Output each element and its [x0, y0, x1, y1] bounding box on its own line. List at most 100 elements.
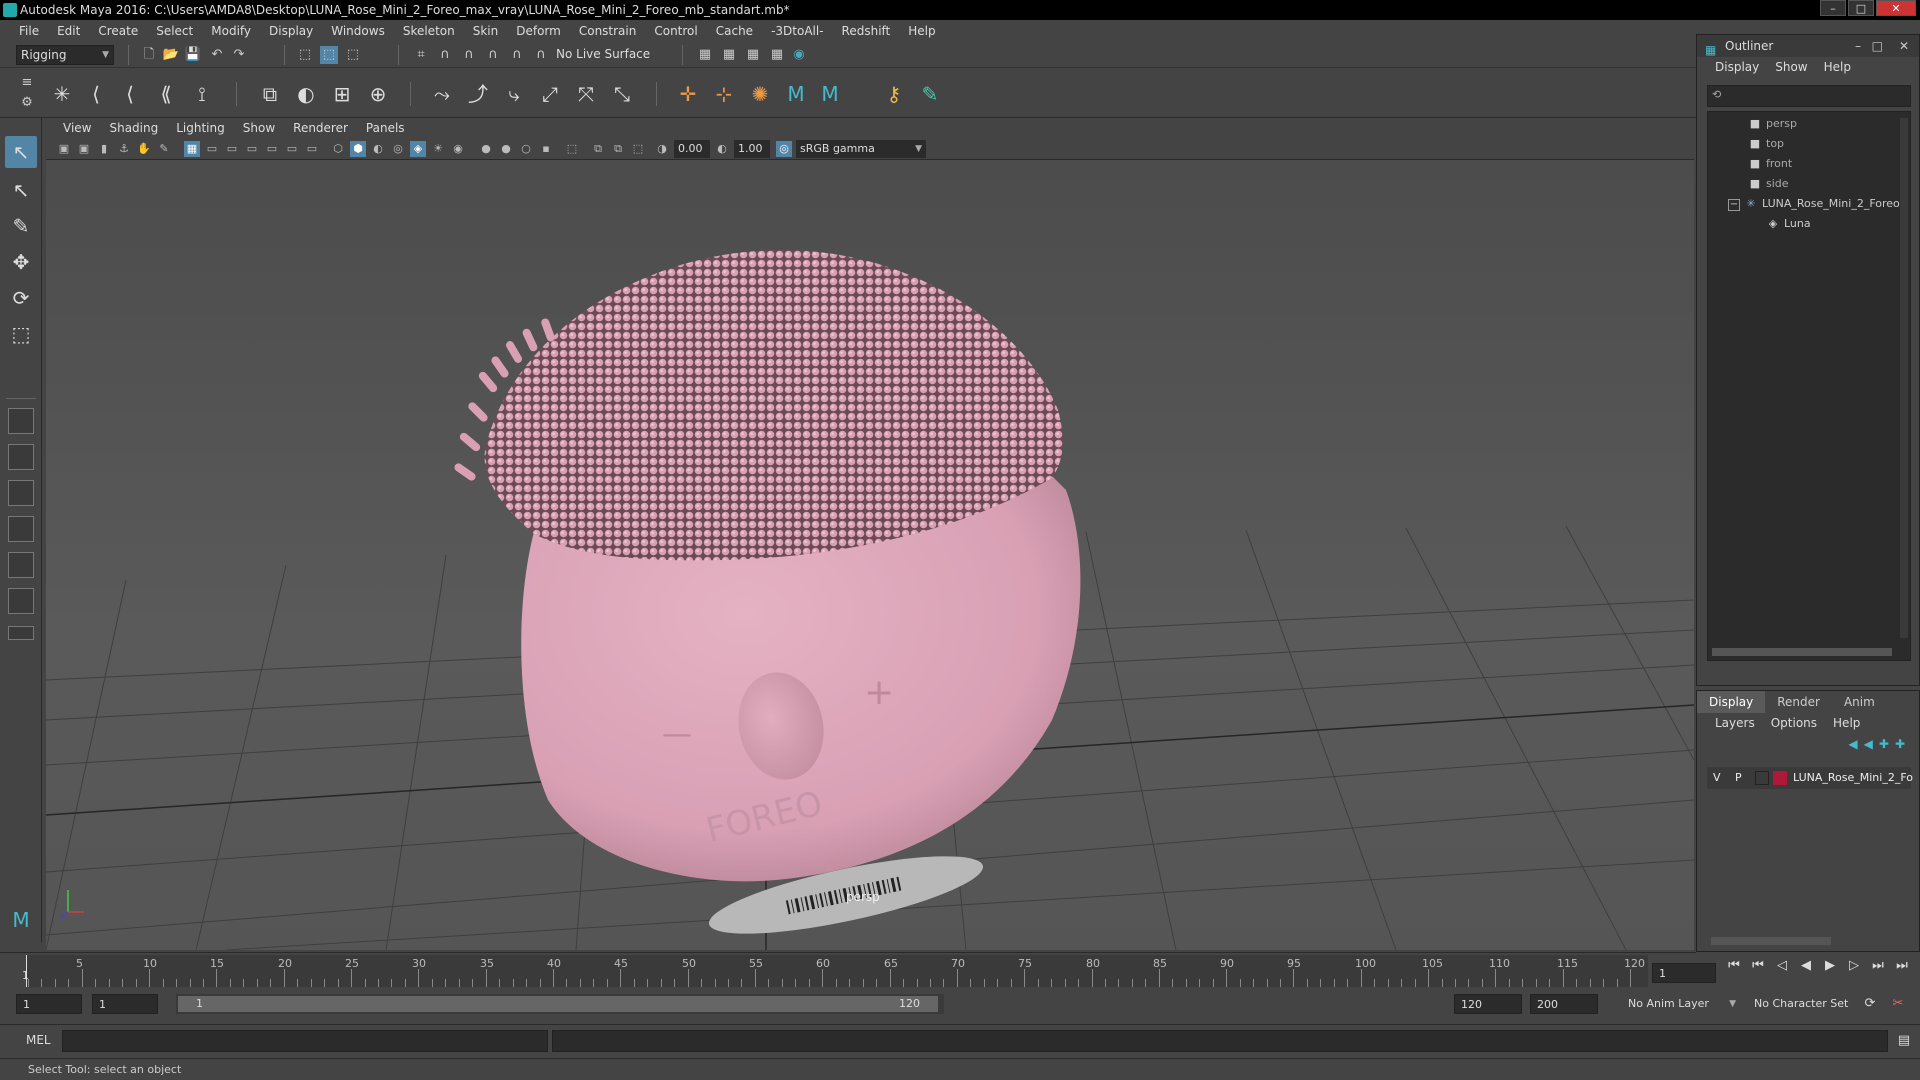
xray-joints-icon[interactable]: ⧉ — [590, 141, 606, 157]
render-view-icon[interactable]: ▦ — [768, 46, 786, 64]
outliner-close-icon[interactable]: ✕ — [1899, 35, 1909, 57]
four-view-layout-icon[interactable] — [8, 444, 34, 470]
playback-range-bar[interactable]: 1 120 — [176, 994, 944, 1014]
bookmark-icon[interactable]: ▮ — [96, 141, 112, 157]
color-management-icon[interactable]: ◎ — [776, 141, 792, 157]
new-layer-icon[interactable]: ✚ — [1879, 737, 1889, 751]
viewport-3d-scene[interactable]: — + FOREO persp — [46, 160, 1694, 950]
outliner-menu-show[interactable]: Show — [1767, 60, 1815, 74]
pole-vector-icon[interactable]: ⤡ — [608, 80, 636, 108]
magnet-icon[interactable]: ∩ — [532, 46, 550, 64]
textured-icon[interactable]: ◎ — [390, 141, 406, 157]
gamma-icon[interactable]: ◐ — [714, 141, 730, 157]
motion-blur-icon[interactable]: ● — [498, 141, 514, 157]
xray-active-icon[interactable]: ⧉ — [610, 141, 626, 157]
menu-cache[interactable]: Cache — [707, 24, 762, 38]
outliner-item-luna-mesh[interactable]: ◈ Luna — [1766, 214, 1811, 234]
menu-redshift[interactable]: Redshift — [833, 24, 900, 38]
joint-orient-icon[interactable]: ⊹ — [710, 80, 738, 108]
menu-3dtoall[interactable]: -3DtoAll- — [762, 24, 832, 38]
safe-action-icon[interactable]: ▭ — [284, 141, 300, 157]
depth-of-field-icon[interactable]: ▪ — [538, 141, 554, 157]
outliner-maximize-icon[interactable]: □ — [1872, 35, 1883, 57]
parent-constraint-icon[interactable]: ⤧ — [572, 80, 600, 108]
go-to-start-icon[interactable]: ⏮ — [1724, 956, 1744, 976]
paint-select-icon[interactable]: ✎ — [5, 210, 37, 242]
hik-icon[interactable]: ✺ — [746, 80, 774, 108]
vp-menu-panels[interactable]: Panels — [357, 121, 414, 135]
outliner-vertical-scrollbar[interactable] — [1900, 118, 1908, 638]
outliner-item-front[interactable]: ■ front — [1748, 154, 1792, 174]
outliner-filter-field[interactable]: ⟲ — [1707, 85, 1911, 107]
animation-start-field[interactable]: 1 — [16, 994, 82, 1014]
layer-color-swatch[interactable] — [1773, 771, 1787, 785]
image-plane-icon[interactable]: ⚓ — [116, 141, 132, 157]
new-layer-selected-icon[interactable]: ✚ — [1895, 737, 1905, 751]
xray-icon[interactable]: ◉ — [450, 141, 466, 157]
vp-menu-renderer[interactable]: Renderer — [284, 121, 357, 135]
shelf-settings-icon[interactable]: ⚙ — [18, 94, 36, 112]
cluster-icon[interactable]: ⊕ — [364, 80, 392, 108]
anim-preferences-icon[interactable]: ✂ — [1888, 994, 1908, 1014]
point-constraint-icon[interactable]: ⤳ — [428, 80, 456, 108]
current-frame-field[interactable]: 1 — [1652, 963, 1716, 983]
aim-constraint-icon[interactable]: ⤴ — [464, 80, 492, 108]
menu-select[interactable]: Select — [147, 24, 202, 38]
layer-visibility-toggle[interactable]: V — [1713, 767, 1721, 789]
exposure-field[interactable]: 0.00 — [674, 140, 710, 158]
step-forward-key-icon[interactable]: ⏭ — [1868, 956, 1888, 976]
set-key-icon[interactable]: ⚷ — [880, 80, 908, 108]
human-ik-icon[interactable]: M — [782, 80, 810, 108]
gamma-field[interactable]: 1.00 — [734, 140, 770, 158]
script-editor-icon[interactable]: ▤ — [1894, 1031, 1914, 1051]
hud-icon[interactable]: ⬚ — [630, 141, 646, 157]
film-gate-icon[interactable]: ▭ — [204, 141, 220, 157]
step-forward-frame-icon[interactable]: ▷ — [1844, 956, 1864, 976]
menu-file[interactable]: File — [10, 24, 48, 38]
resolution-gate-icon[interactable]: ▭ — [224, 141, 240, 157]
mirror-joint-icon[interactable]: ⟪ — [152, 80, 180, 108]
move-tool-icon[interactable]: ✥ — [5, 246, 37, 278]
select-object-icon[interactable]: ⬚ — [320, 46, 338, 64]
vp-menu-shading[interactable]: Shading — [100, 121, 167, 135]
menu-skin[interactable]: Skin — [464, 24, 508, 38]
open-scene-icon[interactable]: 📂 — [162, 46, 180, 64]
menu-skeleton[interactable]: Skeleton — [394, 24, 464, 38]
grid-toggle-icon[interactable]: ▦ — [184, 141, 200, 157]
character-set-dropdown[interactable]: No Character Set — [1748, 994, 1868, 1014]
playback-end-field[interactable]: 120 — [1454, 994, 1522, 1014]
render-frame-icon[interactable]: ▦ — [720, 46, 738, 64]
outliner-minimize-icon[interactable]: – — [1855, 35, 1861, 57]
go-to-end-icon[interactable]: ⏭ — [1892, 956, 1912, 976]
redshift-icon[interactable]: ◉ — [790, 46, 808, 64]
snap-live-icon[interactable]: ∩ — [508, 46, 526, 64]
range-handle[interactable]: 1 120 — [178, 996, 938, 1012]
move-layer-up-icon[interactable]: ◀ — [1848, 737, 1857, 751]
paint-weights-icon[interactable]: ◐ — [292, 80, 320, 108]
single-view-layout-icon[interactable] — [8, 408, 34, 434]
safe-title-icon[interactable]: ▭ — [304, 141, 320, 157]
field-chart-icon[interactable]: ▭ — [264, 141, 280, 157]
menu-deform[interactable]: Deform — [507, 24, 570, 38]
tab-render[interactable]: Render — [1765, 691, 1832, 713]
layers-menu-options[interactable]: Options — [1763, 716, 1825, 730]
undo-icon[interactable]: ↶ — [208, 46, 226, 64]
persp-outliner-layout-icon[interactable] — [8, 552, 34, 578]
two-d-pan-icon[interactable]: ✋ — [136, 141, 152, 157]
persp-graph-layout-icon[interactable] — [8, 516, 34, 542]
outliner-item-side[interactable]: ■ side — [1748, 174, 1789, 194]
step-back-key-icon[interactable]: ⏮ — [1748, 956, 1768, 976]
side-by-side-layout-icon[interactable] — [8, 480, 34, 506]
layer-scrollbar[interactable] — [1711, 937, 1831, 945]
rotate-tool-icon[interactable]: ⟳ — [5, 282, 37, 314]
play-forward-icon[interactable]: ▶ — [1820, 956, 1840, 976]
outliner-item-top[interactable]: ■ top — [1748, 134, 1784, 154]
layers-menu-help[interactable]: Help — [1825, 716, 1868, 730]
menu-windows[interactable]: Windows — [322, 24, 394, 38]
use-all-lights-icon[interactable]: ◈ — [410, 141, 426, 157]
ik-spline-icon[interactable]: ⟨ — [116, 80, 144, 108]
outliner-menu-display[interactable]: Display — [1707, 60, 1767, 74]
vp-menu-lighting[interactable]: Lighting — [167, 121, 234, 135]
camera-attributes-icon[interactable]: ▣ — [76, 141, 92, 157]
shelf-menu-icon[interactable]: ≡ — [18, 74, 36, 92]
